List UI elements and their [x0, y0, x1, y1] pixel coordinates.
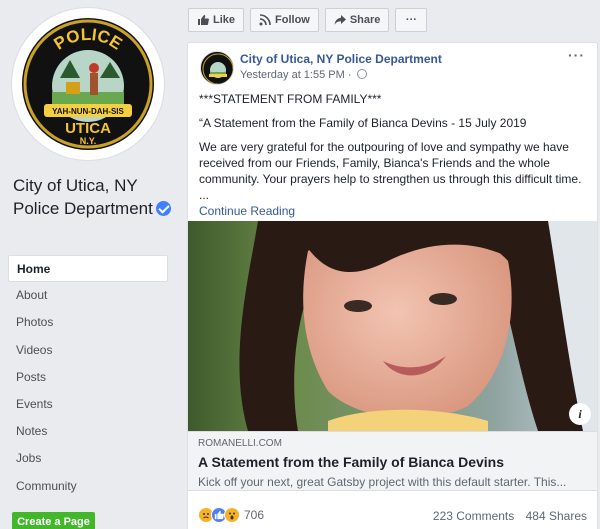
verified-badge-icon	[155, 201, 171, 216]
nav-item-notes[interactable]: Notes	[8, 418, 168, 445]
share-label: Share	[349, 14, 381, 26]
reactions-summary[interactable]: 706	[198, 507, 264, 523]
post-line-heading: ***STATEMENT FROM FAMILY***	[199, 92, 382, 106]
post-ellipsis: ...	[199, 188, 210, 202]
link-description: Kick off your next, great Gatsby project…	[198, 475, 567, 489]
link-title[interactable]: A Statement from the Family of Bianca De…	[198, 454, 587, 470]
portrait-photo	[188, 221, 597, 431]
badge-city-text: UTICA	[65, 120, 111, 137]
nav-item-home[interactable]: Home	[8, 255, 168, 283]
public-globe-icon	[356, 69, 367, 79]
engagement-counts: 223 Comments 484 Shares	[433, 509, 587, 523]
post-author-avatar[interactable]	[200, 51, 234, 85]
share-arrow-icon	[334, 15, 346, 25]
nav-item-videos[interactable]: Videos	[8, 337, 168, 364]
shares-count[interactable]: 484 Shares	[526, 509, 587, 523]
nav-item-community[interactable]: Community	[8, 473, 168, 500]
like-page-button[interactable]: Like	[188, 8, 245, 32]
nav-item-about[interactable]: About	[8, 282, 168, 309]
continue-reading-link[interactable]: Continue Reading	[199, 203, 591, 219]
thumbs-up-icon	[198, 15, 209, 25]
post-meta: Yesterday at 1:55 PM ·	[240, 69, 367, 81]
badge-state-text: N.Y.	[80, 136, 97, 146]
page-action-bar: Like Follow Share ···	[188, 8, 433, 32]
comments-count[interactable]: 223 Comments	[433, 509, 514, 523]
post-author-name[interactable]: City of Utica, NY Police Department	[240, 52, 442, 66]
page-title-text[interactable]: City of Utica, NY Police Department	[13, 176, 153, 218]
follow-label: Follow	[275, 14, 310, 26]
post-options-button[interactable]: ···	[568, 47, 585, 63]
police-badge-logo: POLICE YAH-NUN-DAH-SIS UTICA N.Y.	[22, 18, 154, 150]
post-message: ***STATEMENT FROM FAMILY*** “A Statement…	[199, 91, 591, 227]
post-stats: 706 223 Comments 484 Shares	[188, 505, 597, 527]
left-column: POLICE YAH-NUN-DAH-SIS UTICA N.Y. City o…	[0, 0, 176, 529]
badge-ribbon-text: YAH-NUN-DAH-SIS	[52, 107, 124, 116]
follow-page-button[interactable]: Follow	[250, 8, 319, 32]
post-timestamp[interactable]: Yesterday at 1:55 PM ·	[240, 69, 355, 81]
post-card: City of Utica, NY Police Department Yest…	[187, 42, 598, 529]
create-page-button[interactable]: Create a Page	[12, 512, 95, 529]
link-domain: ROMANELLI.COM	[198, 438, 282, 449]
post-line-body: We are very grateful for the outpouring …	[199, 140, 582, 186]
profile-picture[interactable]: POLICE YAH-NUN-DAH-SIS UTICA N.Y.	[12, 8, 164, 160]
nav-item-posts[interactable]: Posts	[8, 364, 168, 391]
share-page-button[interactable]: Share	[324, 8, 390, 32]
rss-follow-icon	[259, 14, 271, 26]
nav-item-photos[interactable]: Photos	[8, 309, 168, 336]
wow-reaction-icon	[224, 507, 240, 523]
more-actions-button[interactable]: ···	[395, 8, 428, 32]
link-preview[interactable]: ROMANELLI.COM A Statement from the Famil…	[188, 431, 597, 491]
reactions-count: 706	[244, 508, 265, 522]
page-title[interactable]: City of Utica, NY Police Department	[13, 174, 173, 220]
link-preview-image[interactable]: i	[188, 221, 597, 431]
info-icon[interactable]: i	[569, 403, 591, 425]
page-nav: Home About Photos Videos Posts Events No…	[8, 255, 168, 500]
police-badge-avatar-icon	[201, 52, 233, 84]
nav-item-jobs[interactable]: Jobs	[8, 445, 168, 472]
nav-item-events[interactable]: Events	[8, 391, 168, 418]
like-label: Like	[213, 14, 236, 26]
post-line-statement-title: “A Statement from the Family of Bianca D…	[199, 116, 527, 130]
